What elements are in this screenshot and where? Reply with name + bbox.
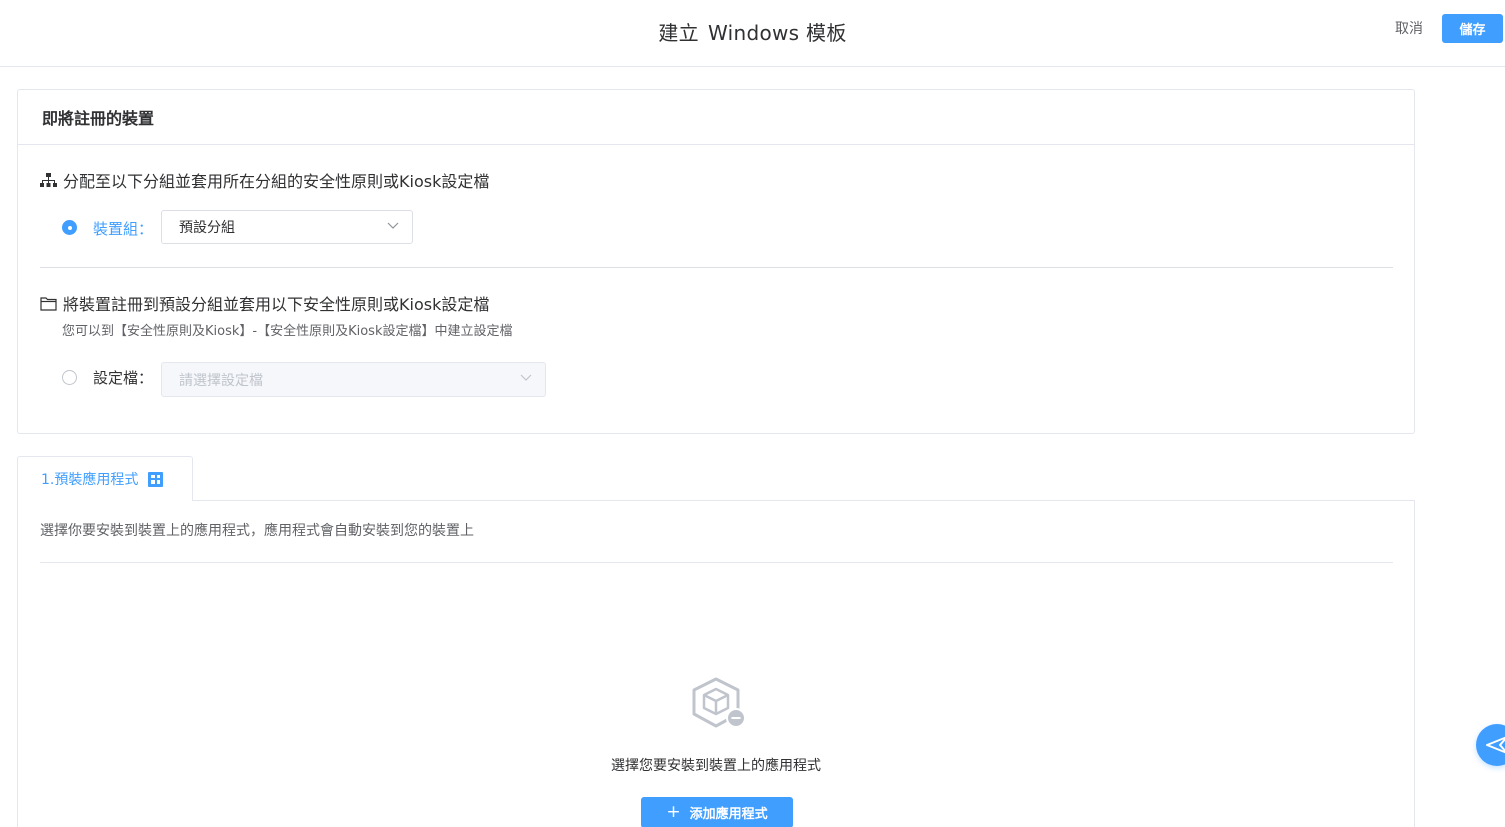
windows-icon bbox=[148, 471, 164, 487]
empty-apps-text: 選擇您要安裝到裝置上的應用程式 bbox=[611, 758, 821, 774]
profile-hint: 您可以到【安全性原則及Kiosk】-【安全性原則及Kiosk設定檔】中建立設定檔 bbox=[62, 324, 513, 339]
page-title-rest: Windows 模板 bbox=[707, 21, 847, 45]
device-group-select[interactable]: 預設分組 bbox=[161, 210, 413, 244]
card-title: 即將註冊的裝置 bbox=[18, 90, 1414, 145]
page-title-prefix: 建立 bbox=[658, 21, 699, 45]
add-app-button-label: 添加應用程式 bbox=[689, 807, 768, 822]
tab-preinstalled-apps[interactable]: 1.預裝應用程式 bbox=[17, 456, 193, 501]
divider bbox=[40, 562, 1393, 563]
chevron-down-icon bbox=[387, 222, 399, 229]
page-title: 建立 Windows 模板 bbox=[0, 17, 1505, 46]
profile-radio[interactable] bbox=[62, 370, 77, 385]
device-group-select-value: 預設分組 bbox=[179, 220, 235, 236]
apps-description: 選擇你要安裝到裝置上的應用程式，應用程式會自動安裝到您的裝置上 bbox=[40, 523, 474, 539]
option-assign-group-label: 分配至以下分組並套用所在分組的安全性原則或Kiosk設定檔 bbox=[63, 172, 490, 191]
send-icon bbox=[1486, 736, 1505, 754]
folder-icon bbox=[40, 296, 57, 311]
top-bar: 建立 Windows 模板 取消 儲存 bbox=[0, 0, 1505, 67]
enroll-devices-card: 即將註冊的裝置 分配至以下分組並套用所在分組的安全性原則或Kiosk設定檔 裝置… bbox=[17, 89, 1415, 434]
divider bbox=[40, 267, 1393, 268]
option-default-group-label: 將裝置註冊到預設分組並套用以下安全性原則或Kiosk設定檔 bbox=[63, 295, 490, 314]
hierarchy-icon bbox=[40, 173, 57, 187]
empty-apps-box-icon bbox=[692, 677, 746, 728]
cancel-button[interactable]: 取消 bbox=[1395, 18, 1423, 40]
floating-help-button[interactable] bbox=[1476, 724, 1505, 766]
tab-preinstalled-apps-label: 1.預裝應用程式 bbox=[41, 472, 139, 488]
add-app-button[interactable]: + 添加應用程式 bbox=[641, 797, 793, 827]
profile-select-placeholder: 請選擇設定檔 bbox=[179, 372, 263, 389]
option-default-group-title: 將裝置註冊到預設分組並套用以下安全性原則或Kiosk設定檔 bbox=[40, 291, 489, 315]
device-group-label: 裝置組： bbox=[93, 220, 154, 238]
chevron-down-icon bbox=[520, 374, 532, 381]
device-group-radio[interactable] bbox=[62, 220, 77, 235]
profile-label: 設定檔： bbox=[93, 369, 154, 387]
plus-icon: + bbox=[666, 802, 681, 822]
profile-select[interactable]: 請選擇設定檔 bbox=[161, 362, 546, 397]
save-button[interactable]: 儲存 bbox=[1442, 14, 1503, 43]
option-assign-group-title: 分配至以下分組並套用所在分組的安全性原則或Kiosk設定檔 bbox=[40, 168, 489, 192]
apps-panel: 選擇你要安裝到裝置上的應用程式，應用程式會自動安裝到您的裝置上 選擇您要安裝到裝… bbox=[17, 500, 1415, 827]
